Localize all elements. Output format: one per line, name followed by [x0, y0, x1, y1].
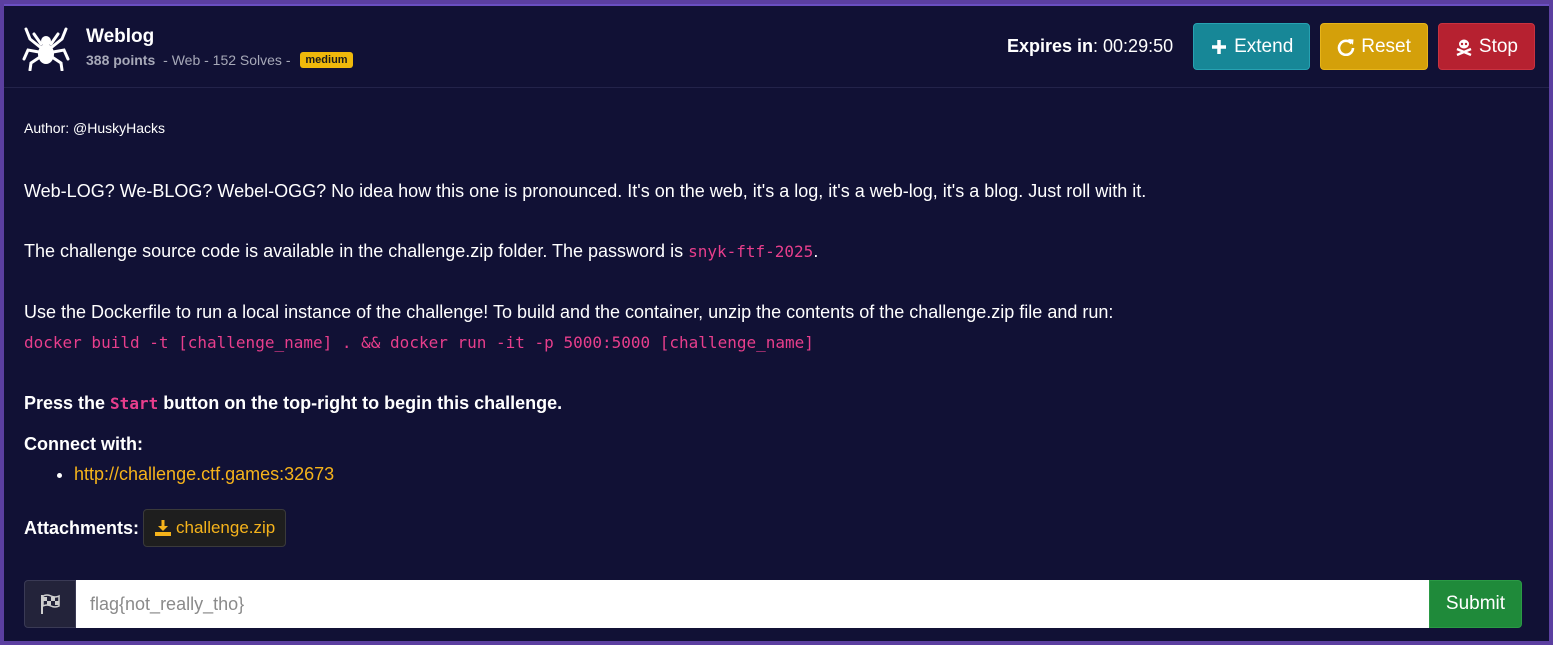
press-suffix: button on the top-right to begin this ch…: [158, 393, 563, 413]
flag-submit-form: Submit: [24, 580, 1522, 628]
category-text: - Web - 152 Solves -: [159, 51, 295, 68]
connect-link[interactable]: http://challenge.ctf.games:32673: [74, 464, 334, 484]
list-item: http://challenge.ctf.games:32673: [74, 459, 1529, 489]
flag-checkered-icon: [41, 594, 60, 614]
reset-button[interactable]: Reset: [1320, 23, 1428, 70]
stop-button[interactable]: Stop: [1437, 23, 1535, 70]
challenge-header: Weblog 388 points - Web - 152 Solves - m…: [4, 6, 1549, 88]
attachments-label: Attachments:: [24, 517, 140, 538]
extend-button[interactable]: Extend: [1193, 23, 1311, 70]
stop-label: Stop: [1478, 35, 1518, 57]
attachments-row: Attachments: challenge.zip: [24, 509, 1529, 547]
docker-paragraph: Use the Dockerfile to run a local instan…: [24, 302, 1114, 322]
difficulty-badge: medium: [300, 51, 353, 68]
expires-label: Expires in: [1006, 36, 1094, 56]
points-label: 388 points: [86, 51, 156, 68]
attachment-download-button[interactable]: challenge.zip: [143, 509, 287, 547]
connect-list: http://challenge.ctf.games:32673: [74, 459, 1529, 489]
press-prefix: Press the: [24, 393, 111, 413]
docker-command: docker build -t [challenge_name] . && do…: [24, 333, 814, 352]
challenge-title: Weblog: [86, 25, 155, 47]
flag-input[interactable]: [76, 580, 1429, 628]
challenge-description: Author: @HuskyHacks Web-LOG? We-BLOG? We…: [4, 88, 1549, 547]
skull-crossbones-icon: [1456, 39, 1472, 56]
author-line: Author: @HuskyHacks: [24, 120, 166, 136]
spider-icon: [22, 27, 70, 71]
connect-label: Connect with:: [24, 434, 143, 454]
source-paragraph: The challenge source code is available i…: [24, 236, 1529, 267]
extend-label: Extend: [1234, 35, 1294, 57]
intro-paragraph: Web-LOG? We-BLOG? Webel-OGG? No idea how…: [24, 181, 1147, 201]
challenge-meta: 388 points - Web - 152 Solves - medium: [86, 51, 353, 68]
password-code: snyk-ftf-2025: [688, 242, 814, 261]
challenge-panel: Weblog 388 points - Web - 152 Solves - m…: [4, 4, 1549, 641]
flag-icon-box: [24, 580, 76, 628]
source-prefix: The challenge source code is available i…: [24, 241, 689, 261]
expires-value: : 00:29:50: [1093, 36, 1174, 56]
download-icon: [155, 520, 172, 536]
title-block: Weblog 388 points - Web - 152 Solves - m…: [86, 26, 353, 68]
reset-label: Reset: [1361, 35, 1411, 57]
start-code: Start: [110, 394, 159, 413]
submit-button[interactable]: Submit: [1429, 580, 1522, 628]
source-suffix: .: [813, 241, 819, 261]
press-start-line: Press the Start button on the top-right …: [24, 388, 1529, 419]
refresh-icon: [1337, 38, 1355, 56]
expires-timer: Expires in: 00:29:50: [1007, 36, 1173, 57]
attachment-filename: challenge.zip: [176, 518, 276, 537]
plus-icon: [1212, 39, 1227, 54]
